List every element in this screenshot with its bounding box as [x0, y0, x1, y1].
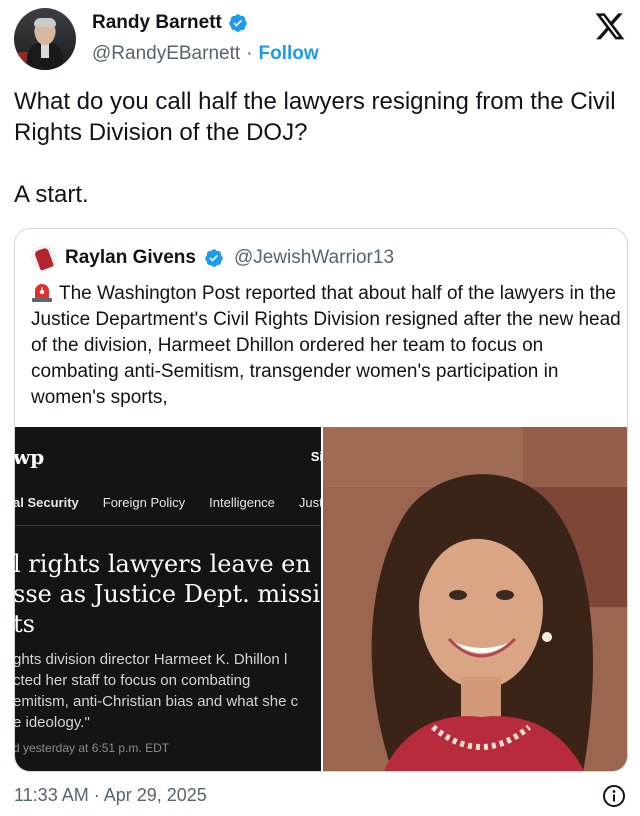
quoted-author-name[interactable]: Raylan Givens — [65, 247, 196, 269]
wp-logo: wp — [15, 445, 45, 469]
wp-nav: al Security Foreign Policy Intelligence … — [15, 495, 321, 510]
tweet-header: Randy Barnett @RandyEBarnett · Follow — [0, 0, 640, 78]
wp-nav-item: Just — [298, 495, 321, 510]
portrait-photo[interactable] — [323, 427, 627, 771]
author-handle[interactable]: @RandyEBarnett — [92, 43, 240, 65]
handle-separator: · — [246, 43, 253, 64]
tweet-text-line: A start. — [14, 181, 89, 208]
tweet-timestamp[interactable]: 11:33 AM · Apr 29, 2025 — [14, 785, 207, 806]
washington-post-screenshot[interactable]: wp Si al Security Foreign Policy Intelli… — [15, 427, 321, 771]
tweet-text-line: What do you call half the lawyers resign… — [14, 88, 616, 146]
follow-button[interactable]: Follow — [258, 43, 318, 65]
quoted-author-handle[interactable]: @JewishWarrior13 — [234, 247, 394, 269]
wp-nav-item: Foreign Policy — [102, 495, 186, 510]
wp-headline-line: sse as Justice Dept. mission — [15, 580, 321, 608]
wp-section-label: Si — [310, 449, 321, 464]
wp-nav-divider — [15, 525, 321, 526]
quoted-tweet-text: The Washington Post reported that about … — [31, 281, 621, 411]
wp-date: d yesterday at 6:51 p.m. EDT — [15, 741, 170, 755]
wp-headline-line: l rights lawyers leave en — [15, 550, 311, 578]
x-logo-icon[interactable] — [594, 10, 626, 42]
tweet-body: What do you call half the lawyers resign… — [14, 86, 624, 210]
wp-nav-item: Intelligence — [209, 495, 275, 510]
siren-icon — [32, 284, 52, 302]
wp-sub-line: emitism, anti-Christian bias and what sh… — [15, 693, 299, 710]
wp-sub-line: ghts division director Harmeet K. Dhillo… — [15, 651, 288, 668]
verified-badge-icon — [205, 249, 223, 267]
quoted-tweet[interactable]: Raylan Givens @JewishWarrior13 The Washi… — [14, 228, 628, 772]
wp-headline: l rights lawyers leave en sse as Justice… — [15, 549, 321, 639]
wp-headline-line: ts — [15, 610, 35, 638]
avatar-hair — [34, 18, 56, 27]
author-name[interactable]: Randy Barnett — [92, 12, 222, 34]
quoted-tweet-body: The Washington Post reported that about … — [31, 283, 621, 408]
author-handle-row: @RandyEBarnett · Follow — [92, 43, 319, 65]
verified-badge-icon — [229, 14, 247, 32]
quoted-tweet-header: Raylan Givens @JewishWarrior13 — [31, 245, 394, 271]
quoted-author-avatar[interactable] — [31, 245, 57, 271]
wp-sub-line: cted her staff to focus on combating — [15, 672, 251, 689]
info-icon[interactable] — [602, 784, 626, 808]
portrait-illustration — [323, 427, 627, 771]
author-avatar[interactable] — [14, 8, 76, 70]
author-name-row[interactable]: Randy Barnett — [92, 12, 248, 34]
wp-sub-line: e ideology." — [15, 714, 90, 731]
wp-subheadline: ghts division director Harmeet K. Dhillo… — [15, 649, 321, 733]
quoted-media[interactable]: wp Si al Security Foreign Policy Intelli… — [15, 427, 627, 771]
wp-nav-item: al Security — [15, 495, 79, 510]
